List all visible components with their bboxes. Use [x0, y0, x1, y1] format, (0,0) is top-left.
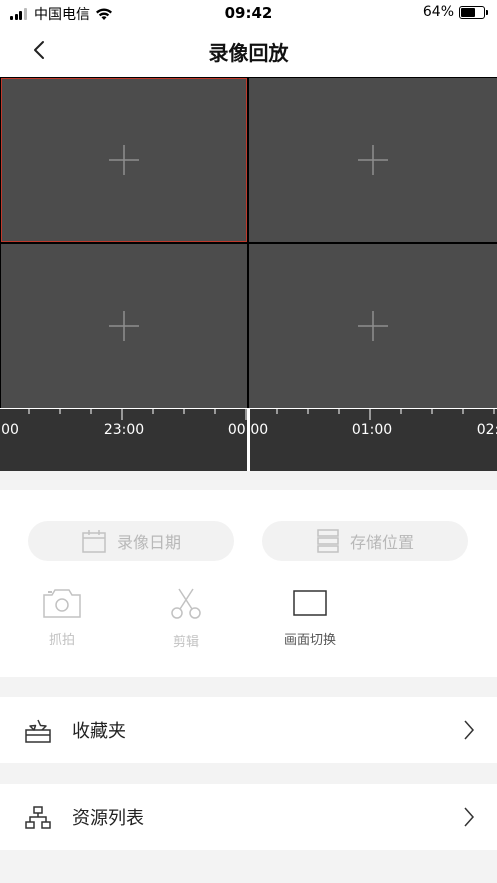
- resource-list-label: 资源列表: [72, 808, 144, 829]
- timeline-label: 00: [1, 422, 19, 438]
- timeline-label: 02:: [476, 422, 497, 438]
- storage-location-label: 存储位置: [349, 533, 414, 552]
- screen-switch-label: 画面切换: [283, 633, 336, 648]
- resource-tree-icon: [25, 806, 51, 829]
- video-cell-1[interactable]: [1, 78, 247, 242]
- screen-switch-button[interactable]: 画面切换: [265, 587, 355, 648]
- storage-icon: [317, 529, 339, 553]
- clip-label: 剪辑: [172, 635, 199, 650]
- video-cell-2[interactable]: [249, 78, 497, 242]
- record-date-label: 录像日期: [116, 533, 181, 552]
- chevron-right-icon: [464, 807, 475, 827]
- favorites-label: 收藏夹: [72, 721, 126, 742]
- timeline-label: 01:00: [351, 422, 393, 438]
- storage-location-button[interactable]: 存储位置: [262, 521, 468, 561]
- screen-switch-icon: [293, 590, 327, 616]
- snapshot-label: 抓拍: [48, 633, 75, 648]
- plus-icon: [358, 145, 388, 175]
- battery-percent: 64%: [422, 4, 454, 20]
- page-title: 录像回放: [208, 41, 289, 65]
- clip-button[interactable]: 剪辑: [141, 587, 231, 650]
- favorites-icon: [25, 719, 51, 743]
- plus-icon: [109, 311, 139, 341]
- camera-icon: [43, 589, 81, 618]
- snapshot-button[interactable]: 抓拍: [17, 587, 107, 648]
- plus-icon: [358, 311, 388, 341]
- battery-level: [461, 7, 476, 17]
- nav-bar: 录像回放: [0, 26, 497, 77]
- video-grid: [0, 77, 497, 408]
- scissors-icon: [171, 588, 201, 619]
- timeline-label: 23:00: [103, 422, 145, 438]
- chevron-right-icon: [464, 720, 475, 740]
- timeline-playhead[interactable]: [247, 408, 250, 471]
- controls-panel: 录像日期 存储位置 抓拍 剪辑 画面切换: [0, 490, 497, 677]
- timeline[interactable]: 00 23:00 00:00 01:00 02:: [0, 408, 497, 471]
- status-right: 64%: [422, 4, 488, 20]
- video-cell-3[interactable]: [1, 244, 247, 408]
- battery-icon: [459, 5, 488, 19]
- plus-icon: [109, 145, 139, 175]
- record-date-button[interactable]: 录像日期: [28, 521, 234, 561]
- calendar-icon: [82, 530, 106, 553]
- resource-list-row[interactable]: 资源列表: [0, 784, 497, 850]
- status-bar: 中国电信 09:42 64%: [0, 0, 497, 26]
- favorites-row[interactable]: 收藏夹: [0, 697, 497, 763]
- video-cell-4[interactable]: [249, 244, 497, 408]
